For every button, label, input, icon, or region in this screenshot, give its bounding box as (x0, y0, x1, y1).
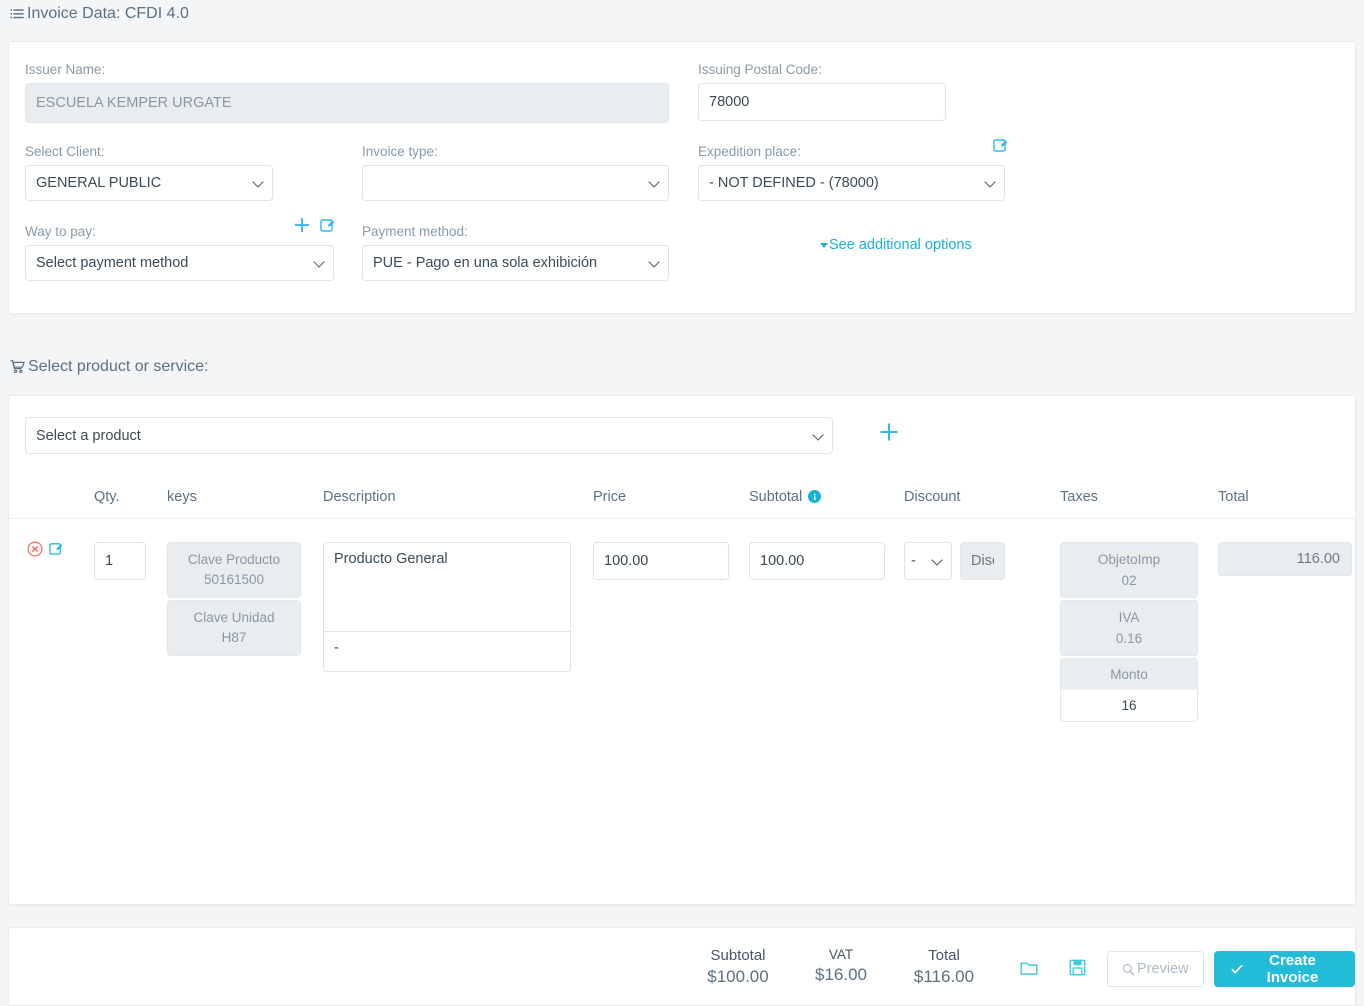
select-a-product-dropdown[interactable]: Select a product (25, 417, 833, 454)
tax-iva-value: 0.16 (1115, 631, 1143, 646)
invoice-data-heading: Invoice Data: CFDI 4.0 (8, 5, 189, 23)
invoice-data-title: Invoice Data: CFDI 4.0 (27, 5, 189, 22)
col-discount: Discount (904, 488, 961, 505)
plus-icon (880, 423, 898, 441)
edit-square-icon (49, 543, 63, 555)
qty-input[interactable] (94, 542, 146, 580)
clave-unidad-value: H87 (221, 630, 247, 645)
description-extra-input[interactable]: - (323, 632, 571, 672)
info-icon[interactable]: i (808, 490, 822, 503)
col-subtotal: Subtotal i (749, 488, 822, 505)
col-keys: keys (167, 488, 197, 505)
edit-row-button[interactable] (49, 541, 64, 556)
cart-icon (10, 359, 26, 375)
check-icon (1230, 962, 1244, 976)
footer-subtotal: Subtotal $100.00 (702, 947, 774, 987)
invoice-type-label: Invoice type: (362, 144, 438, 159)
save-button[interactable] (1069, 959, 1086, 976)
footer-vat: VAT $16.00 (808, 947, 874, 985)
expedition-place-dropdown[interactable]: - NOT DEFINED - (78000) (698, 165, 1005, 201)
footer-subtotal-value: $100.00 (707, 967, 769, 986)
select-product-title: Select product or service: (28, 358, 209, 375)
tax-objetoimp-label: ObjetoImp (1097, 552, 1161, 567)
list-icon (10, 7, 25, 22)
invoice-page: Invoice Data: CFDI 4.0 Issuer Name: Issu… (0, 0, 1364, 1006)
create-invoice-button-label: Create Invoice (1266, 952, 1319, 986)
footer-total-label: Total (928, 947, 960, 964)
clave-producto-box: Clave Producto 50161500 (167, 542, 301, 598)
payment-method-dropdown[interactable]: PUE - Pago en una sola exhibición (362, 245, 669, 281)
tax-iva-label: IVA (1118, 610, 1140, 625)
preview-button[interactable]: Preview (1107, 951, 1204, 987)
tax-monto-label: Monto (1061, 659, 1197, 690)
clave-unidad-label: Clave Unidad (193, 610, 275, 625)
delete-row-button[interactable] (27, 541, 43, 557)
footer-total-value: $116.00 (913, 967, 975, 986)
footer-vat-value: $16.00 (815, 965, 867, 984)
description-input[interactable]: Producto General (323, 542, 571, 632)
folder-icon (1020, 962, 1038, 975)
select-client-dropdown[interactable]: GENERAL PUBLIC (25, 165, 273, 201)
add-product-button[interactable] (877, 420, 901, 444)
table-row: Clave Producto 50161500 Clave Unidad H87… (9, 524, 1357, 722)
footer-vat-label: VAT (828, 947, 854, 962)
products-table-header: Qty. keys Description Price Subtotal i D… (9, 475, 1357, 519)
open-folder-button[interactable] (1020, 959, 1038, 977)
tax-objetoimp-box: ObjetoImp 02 (1060, 542, 1198, 598)
select-client-label: Select Client: (25, 144, 105, 159)
discount-amount-input[interactable] (960, 542, 1005, 580)
payment-method-label: Payment method: (362, 224, 468, 239)
row-total-value: 116.00 (1218, 542, 1352, 576)
footer-total: Total $116.00 (904, 947, 984, 987)
col-price: Price (593, 488, 627, 505)
subtotal-input[interactable] (749, 542, 885, 580)
tax-objetoimp-value: 02 (1121, 573, 1137, 588)
col-qty: Qty. (94, 488, 120, 505)
create-invoice-button[interactable]: Create Invoice (1214, 951, 1355, 987)
issuing-postal-code-label: Issuing Postal Code: (698, 62, 822, 77)
expedition-place-label: Expedition place: (698, 144, 801, 159)
tax-iva-box: IVA 0.16 (1060, 600, 1198, 656)
search-icon (1122, 963, 1135, 976)
delete-circle-icon (27, 541, 43, 557)
tax-monto-box[interactable]: Monto 16 (1060, 658, 1198, 722)
see-additional-options-link[interactable]: See additional options (820, 237, 972, 253)
way-to-pay-label: Way to pay: (25, 224, 96, 239)
save-disk-icon (1069, 959, 1086, 976)
col-total: Total (1218, 488, 1249, 505)
price-input[interactable] (593, 542, 729, 580)
issuing-postal-code-field[interactable] (698, 83, 946, 121)
footer-bar: Subtotal $100.00 VAT $16.00 Total $116.0… (8, 927, 1356, 1006)
chevron-down-icon (820, 242, 828, 248)
way-to-pay-dropdown[interactable]: Select payment method (25, 245, 334, 281)
products-card: Select a product Qty. keys Description P… (8, 395, 1357, 905)
see-additional-options-label: See additional options (829, 237, 972, 253)
clave-producto-label: Clave Producto (187, 552, 281, 567)
select-product-heading: Select product or service: (8, 358, 209, 376)
col-description: Description (323, 488, 396, 505)
preview-button-label: Preview (1137, 961, 1189, 977)
footer-subtotal-label: Subtotal (710, 947, 766, 964)
clave-producto-value: 50161500 (203, 572, 265, 587)
col-taxes: Taxes (1060, 488, 1098, 505)
issuer-name-field[interactable] (25, 83, 669, 123)
tax-monto-value[interactable]: 16 (1061, 690, 1197, 721)
discount-type-dropdown[interactable]: - (904, 542, 952, 580)
invoice-type-dropdown[interactable] (362, 165, 669, 201)
issuer-name-label: Issuer Name: (25, 62, 106, 77)
clave-unidad-box: Clave Unidad H87 (167, 600, 301, 656)
invoice-data-card: Issuer Name: Issuing Postal Code: Select… (8, 41, 1356, 314)
col-subtotal-label: Subtotal (749, 488, 803, 505)
